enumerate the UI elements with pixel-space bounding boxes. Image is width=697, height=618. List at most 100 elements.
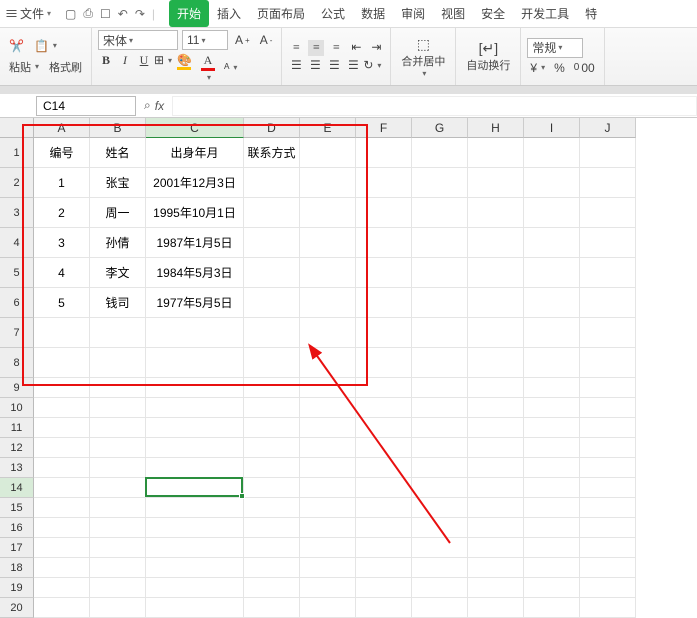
cell-H10[interactable] xyxy=(468,398,524,418)
cell-B12[interactable] xyxy=(90,438,146,458)
row-header-9[interactable]: 9 xyxy=(0,378,34,398)
cell-E3[interactable] xyxy=(300,198,356,228)
cell-C9[interactable] xyxy=(146,378,244,398)
col-header-I[interactable]: I xyxy=(524,118,580,138)
percent-icon[interactable]: % xyxy=(551,60,568,76)
cell-J9[interactable] xyxy=(580,378,636,398)
cell-B9[interactable] xyxy=(90,378,146,398)
cell-E20[interactable] xyxy=(300,598,356,618)
cell-B20[interactable] xyxy=(90,598,146,618)
tab-开发工具[interactable]: 开发工具 xyxy=(513,0,577,27)
cell-C3[interactable]: 1995年10月1日 xyxy=(146,198,244,228)
cell-E8[interactable] xyxy=(300,348,356,378)
cell-F18[interactable] xyxy=(356,558,412,578)
fill-color-icon[interactable]: 🎨 xyxy=(174,52,195,83)
tab-安全[interactable]: 安全 xyxy=(473,0,513,27)
col-header-C[interactable]: C xyxy=(146,118,244,138)
cell-I19[interactable] xyxy=(524,578,580,598)
phonetic-icon[interactable]: ᴬ xyxy=(221,52,240,83)
comma-icon[interactable]: 000 xyxy=(571,60,598,76)
row-header-10[interactable]: 10 xyxy=(0,398,34,418)
cell-H2[interactable] xyxy=(468,168,524,198)
cell-B3[interactable]: 周一 xyxy=(90,198,146,228)
copy-icon[interactable]: 📋 xyxy=(31,38,60,54)
cell-I11[interactable] xyxy=(524,418,580,438)
cell-D19[interactable] xyxy=(244,578,300,598)
cell-E6[interactable] xyxy=(300,288,356,318)
cell-C10[interactable] xyxy=(146,398,244,418)
row-header-5[interactable]: 5 xyxy=(0,258,34,288)
tab-审阅[interactable]: 审阅 xyxy=(393,0,433,27)
cell-H8[interactable] xyxy=(468,348,524,378)
cell-D15[interactable] xyxy=(244,498,300,518)
cell-E5[interactable] xyxy=(300,258,356,288)
cell-E10[interactable] xyxy=(300,398,356,418)
cell-D14[interactable] xyxy=(244,478,300,498)
cell-D5[interactable] xyxy=(244,258,300,288)
cell-E2[interactable] xyxy=(300,168,356,198)
cell-C1[interactable]: 出身年月 xyxy=(146,138,244,168)
cell-I10[interactable] xyxy=(524,398,580,418)
cell-A12[interactable] xyxy=(34,438,90,458)
font-color-icon[interactable]: A xyxy=(198,52,218,83)
cell-F12[interactable] xyxy=(356,438,412,458)
cell-C12[interactable] xyxy=(146,438,244,458)
cell-B16[interactable] xyxy=(90,518,146,538)
cell-B8[interactable] xyxy=(90,348,146,378)
row-header-18[interactable]: 18 xyxy=(0,558,34,578)
cell-J15[interactable] xyxy=(580,498,636,518)
cell-G9[interactable] xyxy=(412,378,468,398)
cell-C16[interactable] xyxy=(146,518,244,538)
tab-页面布局[interactable]: 页面布局 xyxy=(249,0,313,27)
cell-F20[interactable] xyxy=(356,598,412,618)
cell-E11[interactable] xyxy=(300,418,356,438)
wrap-text-button[interactable]: [↵] 自动换行 xyxy=(462,38,514,75)
cell-F11[interactable] xyxy=(356,418,412,438)
cell-I13[interactable] xyxy=(524,458,580,478)
decrease-font-icon[interactable]: A- xyxy=(257,32,276,48)
cell-F2[interactable] xyxy=(356,168,412,198)
cell-I15[interactable] xyxy=(524,498,580,518)
cell-B10[interactable] xyxy=(90,398,146,418)
redo-icon[interactable]: ↷ xyxy=(133,7,147,21)
merge-center-button[interactable]: ⬚ 合并居中 xyxy=(397,34,449,80)
align-bottom-icon[interactable]: ≡ xyxy=(328,40,344,56)
cell-F8[interactable] xyxy=(356,348,412,378)
cell-J12[interactable] xyxy=(580,438,636,458)
cell-D17[interactable] xyxy=(244,538,300,558)
cell-A15[interactable] xyxy=(34,498,90,518)
align-justify-icon[interactable]: ☰ xyxy=(345,58,361,74)
row-header-17[interactable]: 17 xyxy=(0,538,34,558)
cell-A19[interactable] xyxy=(34,578,90,598)
cell-G13[interactable] xyxy=(412,458,468,478)
cell-E18[interactable] xyxy=(300,558,356,578)
currency-icon[interactable]: ¥ xyxy=(527,60,548,76)
cell-F17[interactable] xyxy=(356,538,412,558)
cell-B7[interactable] xyxy=(90,318,146,348)
cell-H19[interactable] xyxy=(468,578,524,598)
cell-A14[interactable] xyxy=(34,478,90,498)
cell-D1[interactable]: 联系方式 xyxy=(244,138,300,168)
cell-C15[interactable] xyxy=(146,498,244,518)
cell-E9[interactable] xyxy=(300,378,356,398)
cell-G2[interactable] xyxy=(412,168,468,198)
cut-icon[interactable]: ✂️ xyxy=(6,38,27,54)
cell-J17[interactable] xyxy=(580,538,636,558)
row-header-15[interactable]: 15 xyxy=(0,498,34,518)
cell-E17[interactable] xyxy=(300,538,356,558)
cell-G5[interactable] xyxy=(412,258,468,288)
cell-J6[interactable] xyxy=(580,288,636,318)
undo-icon[interactable]: ↶ xyxy=(116,7,130,21)
cell-C2[interactable]: 2001年12月3日 xyxy=(146,168,244,198)
cell-H16[interactable] xyxy=(468,518,524,538)
cell-I16[interactable] xyxy=(524,518,580,538)
cell-C6[interactable]: 1977年5月5日 xyxy=(146,288,244,318)
cell-B2[interactable]: 张宝 xyxy=(90,168,146,198)
cell-J1[interactable] xyxy=(580,138,636,168)
format-painter-button[interactable]: 格式刷 xyxy=(46,58,85,76)
cell-A9[interactable] xyxy=(34,378,90,398)
cell-I17[interactable] xyxy=(524,538,580,558)
cell-F5[interactable] xyxy=(356,258,412,288)
font-size-combo[interactable]: 11 xyxy=(182,30,228,50)
cell-A10[interactable] xyxy=(34,398,90,418)
